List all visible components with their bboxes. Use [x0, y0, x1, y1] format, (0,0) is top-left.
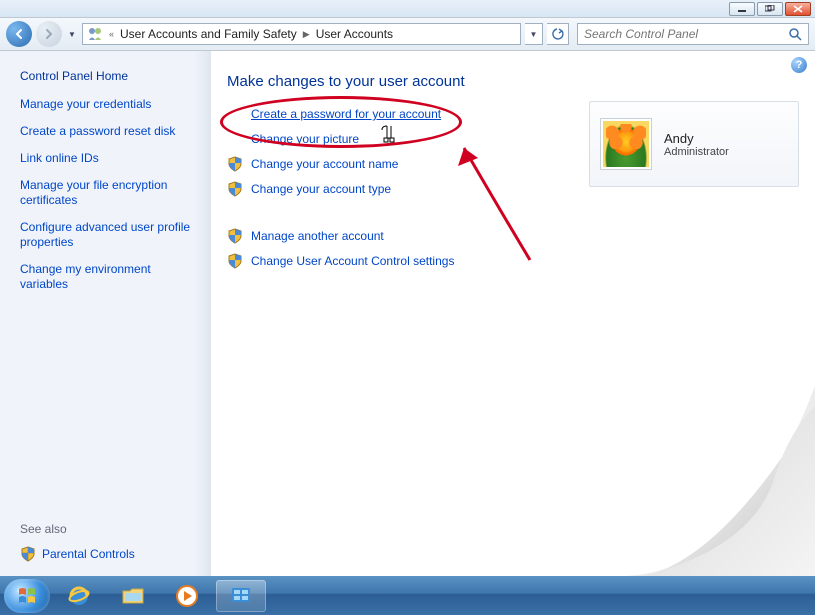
breadcrumb-open[interactable]: « [109, 29, 114, 39]
user-picture[interactable] [600, 118, 652, 170]
no-icon [227, 131, 243, 147]
task-link[interactable]: Change your picture [251, 132, 359, 146]
search-box[interactable] [577, 23, 809, 45]
refresh-icon [552, 28, 564, 40]
shield-icon [227, 253, 243, 269]
folder-icon [119, 582, 147, 610]
page-heading: Make changes to your user account [227, 73, 799, 90]
help-button[interactable]: ? [791, 57, 807, 73]
see-also-header: See also [20, 522, 135, 536]
start-button[interactable] [4, 579, 50, 613]
history-dropdown[interactable]: ▼ [66, 21, 78, 47]
ie-icon [65, 582, 93, 610]
breadcrumb-current[interactable]: User Accounts [316, 27, 393, 41]
task-link[interactable]: Create a password for your account [251, 107, 441, 121]
task-change-uac[interactable]: Change User Account Control settings [227, 253, 799, 269]
see-also-section: See also Parental Controls [20, 522, 135, 562]
user-accounts-icon [87, 26, 103, 42]
address-bar[interactable]: « User Accounts and Family Safety ▶ User… [82, 23, 521, 45]
sidebar-link-credentials[interactable]: Manage your credentials [20, 97, 197, 112]
windows-logo-icon [16, 585, 38, 607]
navigation-bar: ▼ « User Accounts and Family Safety ▶ Us… [0, 18, 815, 51]
maximize-button[interactable] [757, 2, 783, 16]
task-link[interactable]: Manage another account [251, 229, 384, 243]
sidebar-link-online-ids[interactable]: Link online IDs [20, 151, 197, 166]
shield-icon [227, 156, 243, 172]
media-player-icon [173, 582, 201, 610]
tasks-group-2: Manage another account Change User Accou… [227, 228, 799, 269]
no-icon [227, 106, 243, 122]
user-card: Andy Administrator [589, 101, 799, 187]
task-link[interactable]: Change your account type [251, 182, 391, 196]
arrow-right-icon [43, 28, 55, 40]
taskbar [0, 576, 815, 615]
user-name: Andy [664, 131, 729, 146]
shield-icon [227, 228, 243, 244]
taskbar-media-player[interactable] [162, 580, 212, 612]
refresh-button[interactable] [547, 23, 569, 45]
back-button[interactable] [6, 21, 32, 47]
sidebar-link-encryption[interactable]: Manage your file encryption certificates [20, 178, 197, 208]
address-dropdown[interactable]: ▼ [525, 23, 543, 45]
see-also-parental-controls[interactable]: Parental Controls [20, 546, 135, 562]
taskbar-ie[interactable] [54, 580, 104, 612]
arrow-left-icon [13, 28, 25, 40]
shield-icon [227, 181, 243, 197]
task-link[interactable]: Change User Account Control settings [251, 254, 454, 268]
close-button[interactable] [785, 2, 811, 16]
sidebar-link-env-vars[interactable]: Change my environment variables [20, 262, 197, 292]
content-body: Control Panel Home Manage your credentia… [0, 51, 815, 576]
user-role: Administrator [664, 146, 729, 158]
main-column: ? Make changes to your user account Crea… [211, 51, 815, 576]
control-panel-icon [227, 582, 255, 610]
search-icon [788, 27, 802, 41]
sidebar-link-profile-props[interactable]: Configure advanced user profile properti… [20, 220, 197, 250]
breadcrumb-parent[interactable]: User Accounts and Family Safety [120, 27, 297, 41]
minimize-button[interactable] [729, 2, 755, 16]
sidebar-link-reset-disk[interactable]: Create a password reset disk [20, 124, 197, 139]
sidebar: Control Panel Home Manage your credentia… [0, 51, 211, 576]
shield-icon [20, 546, 36, 562]
task-manage-another[interactable]: Manage another account [227, 228, 799, 244]
window-titlebar [0, 0, 815, 18]
breadcrumb-separator: ▶ [303, 29, 310, 40]
task-link[interactable]: Change your account name [251, 157, 398, 171]
flower-icon [603, 121, 649, 167]
taskbar-explorer[interactable] [108, 580, 158, 612]
taskbar-control-panel[interactable] [216, 580, 266, 612]
forward-button[interactable] [36, 21, 62, 47]
control-panel-home-link[interactable]: Control Panel Home [20, 69, 197, 83]
see-also-link-label: Parental Controls [42, 547, 135, 561]
search-input[interactable] [584, 27, 788, 41]
